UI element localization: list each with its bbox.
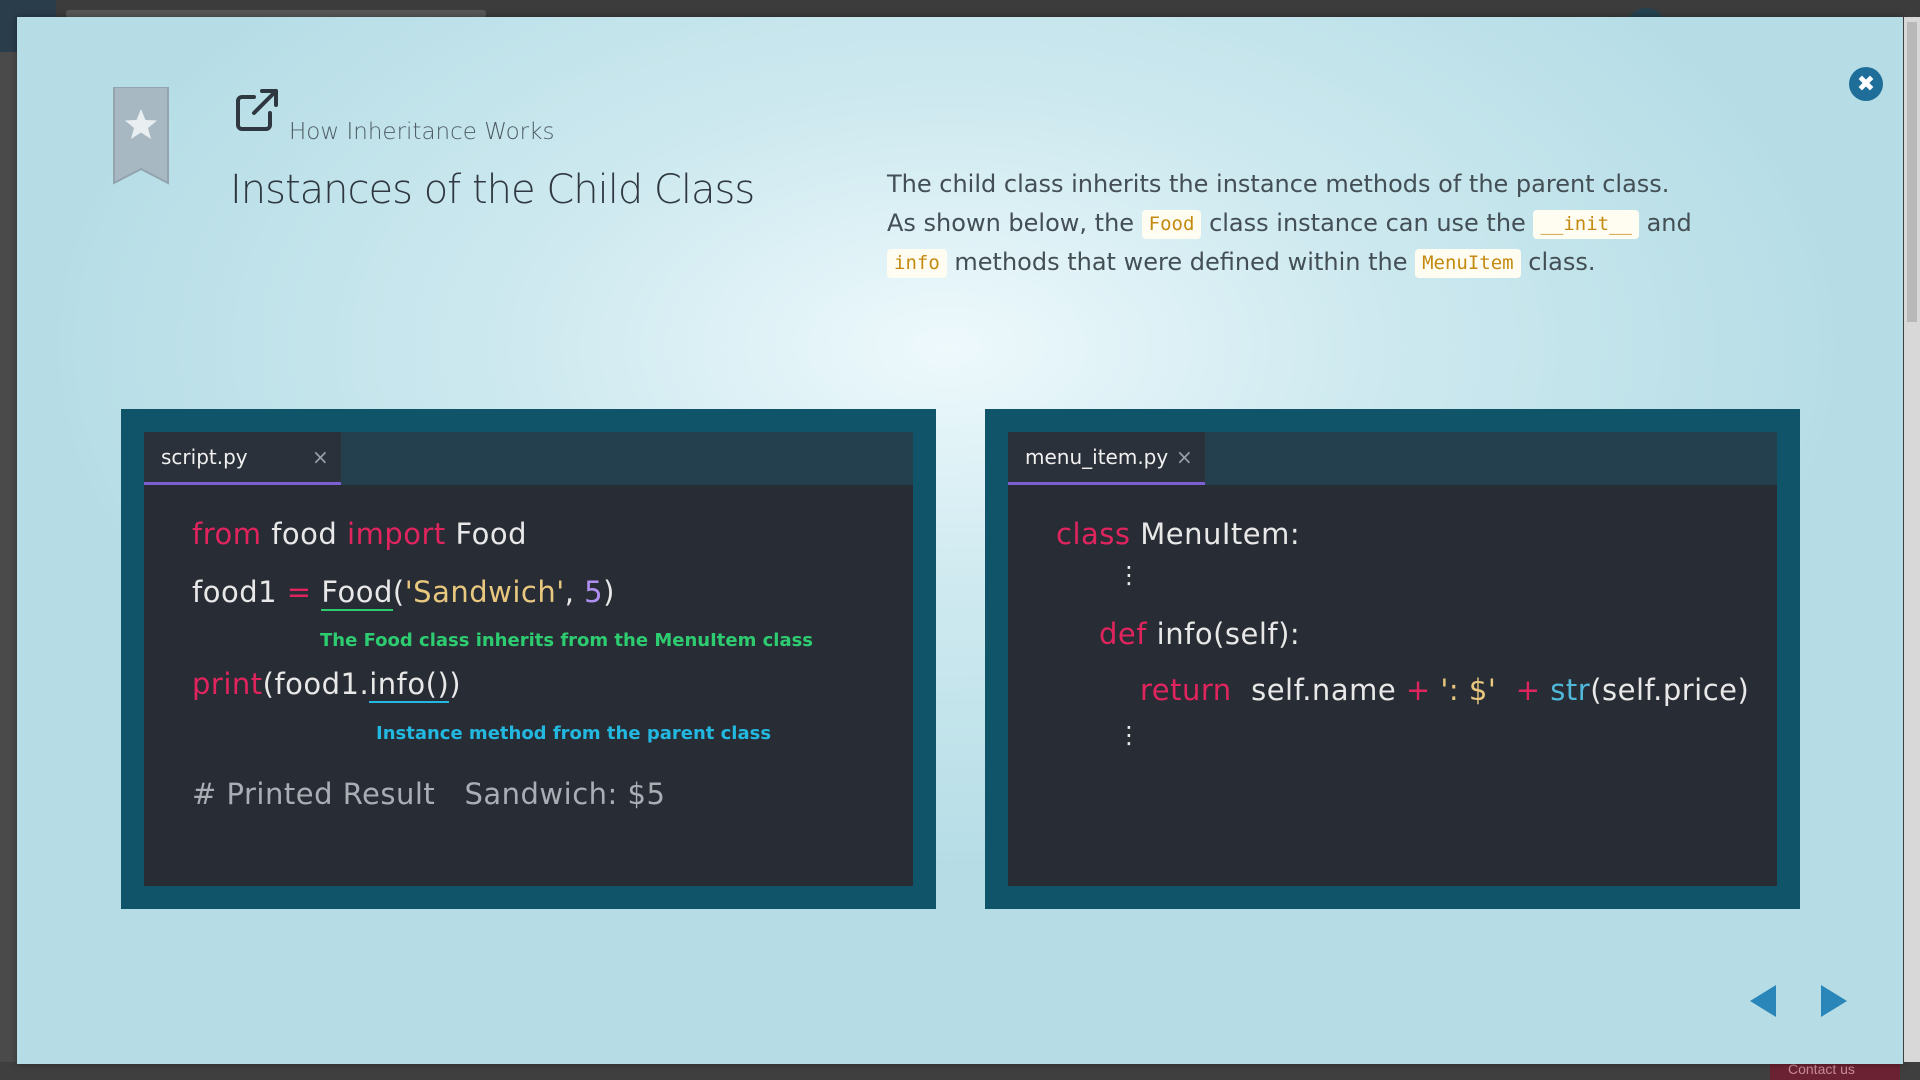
code-token: food bbox=[261, 517, 348, 551]
code-line-assign: food1 = Food('Sandwich', 5) bbox=[192, 575, 615, 611]
code-keyword: import bbox=[347, 517, 446, 551]
code-chip-food: Food bbox=[1141, 210, 1202, 239]
code-line-result: # Printed Result Sandwich: $5 bbox=[192, 777, 665, 811]
description-text: class instance can use the bbox=[1201, 209, 1534, 237]
code-token: (self.price) bbox=[1590, 673, 1750, 707]
code-operator: = bbox=[286, 575, 312, 609]
background-footer bbox=[0, 1062, 1920, 1080]
annotation-inherits: The Food class inherits from the MenuIte… bbox=[320, 630, 814, 651]
code-builtin: str bbox=[1550, 673, 1591, 707]
code-token: , bbox=[564, 575, 585, 609]
code-chip-info: info bbox=[887, 249, 947, 278]
code-line-class: class MenuItem: bbox=[1056, 517, 1300, 551]
tab-menu-item-py[interactable]: menu_item.py × bbox=[1008, 432, 1205, 485]
code-food-call: Food bbox=[321, 575, 393, 611]
description-text: class. bbox=[1520, 248, 1596, 276]
code-string: 'Sandwich' bbox=[404, 575, 565, 609]
code-chip-menuitem: MenuItem bbox=[1415, 249, 1521, 278]
tab-label: script.py bbox=[161, 445, 248, 469]
menu-item-editor-panel: menu_item.py × class MenuItem: ⋮ def inf… bbox=[985, 409, 1800, 909]
code-keyword: from bbox=[192, 517, 262, 551]
code-line-print: print(food1.info()) bbox=[192, 667, 462, 703]
bookmark-star-icon[interactable] bbox=[112, 87, 170, 185]
close-icon: ✖ bbox=[1856, 71, 1876, 97]
menu-item-code-area: class MenuItem: ⋮ def info(self): return… bbox=[1008, 485, 1777, 886]
code-token: ( bbox=[392, 575, 405, 609]
code-line-def: def info(self): bbox=[1099, 617, 1300, 651]
menu-item-tab-bar: menu_item.py × bbox=[1008, 432, 1777, 485]
tab-close-icon[interactable]: × bbox=[1176, 432, 1193, 482]
external-link-icon[interactable] bbox=[232, 87, 280, 135]
code-line-return: return self.name + ': $' + str(self.pric… bbox=[1140, 673, 1749, 707]
code-token: MenuItem: bbox=[1130, 517, 1301, 551]
scrollbar-thumb[interactable] bbox=[1907, 22, 1917, 322]
vertical-ellipsis-icon: ⋮ bbox=[1117, 561, 1141, 589]
code-line-import: from food import Food bbox=[192, 517, 527, 551]
code-keyword: class bbox=[1056, 517, 1131, 551]
code-token: ) bbox=[603, 575, 615, 609]
code-token: ) bbox=[449, 667, 462, 701]
description-text: and bbox=[1638, 209, 1692, 237]
annotation-instance-method: Instance method from the parent class bbox=[376, 723, 772, 744]
code-string: ': $' bbox=[1430, 673, 1507, 707]
code-operator: + bbox=[1506, 673, 1541, 707]
description-text: methods that were defined within the bbox=[946, 248, 1416, 276]
page-title: Instances of the Child Class bbox=[230, 167, 755, 213]
vertical-ellipsis-icon: ⋮ bbox=[1117, 721, 1141, 749]
description-text: As shown below, the bbox=[887, 209, 1142, 237]
description-line-1: The child class inherits the instance me… bbox=[887, 170, 1670, 198]
tab-label: menu_item.py bbox=[1025, 445, 1169, 469]
script-editor-window: script.py × from food import Food food1 … bbox=[144, 432, 913, 886]
result-value: Sandwich: $5 bbox=[464, 777, 666, 811]
description-line-3: info methods that were defined within th… bbox=[887, 243, 1807, 282]
slide-description: The child class inherits the instance me… bbox=[887, 165, 1807, 282]
code-keyword: def bbox=[1099, 617, 1147, 651]
close-button[interactable]: ✖ bbox=[1849, 67, 1883, 101]
tab-script-py[interactable]: script.py × bbox=[144, 432, 341, 485]
script-editor-panel: script.py × from food import Food food1 … bbox=[121, 409, 936, 909]
slide-modal: How Inheritance Works Instances of the C… bbox=[17, 17, 1903, 1064]
code-token: Food bbox=[445, 517, 528, 551]
result-comment: # Printed Result bbox=[192, 777, 436, 811]
script-tab-bar: script.py × bbox=[144, 432, 913, 485]
tab-close-icon[interactable]: × bbox=[312, 432, 329, 482]
code-builtin: print bbox=[192, 667, 263, 701]
next-slide-arrow-icon[interactable] bbox=[1821, 985, 1847, 1017]
code-token: self.name bbox=[1231, 673, 1406, 707]
code-info-call: info() bbox=[369, 667, 450, 703]
code-number: 5 bbox=[584, 575, 604, 609]
script-code-area: from food import Food food1 = Food('Sand… bbox=[144, 485, 913, 886]
code-keyword: return bbox=[1140, 673, 1232, 707]
description-line-2: As shown below, the Food class instance … bbox=[887, 204, 1807, 243]
code-token: info(self): bbox=[1146, 617, 1301, 651]
previous-slide-arrow-icon[interactable] bbox=[1750, 985, 1776, 1017]
code-chip-init: __init__ bbox=[1533, 210, 1639, 239]
code-operator: + bbox=[1405, 673, 1431, 707]
lesson-label: How Inheritance Works bbox=[289, 119, 555, 145]
code-token: (food1. bbox=[262, 667, 370, 701]
menu-item-editor-window: menu_item.py × class MenuItem: ⋮ def inf… bbox=[1008, 432, 1777, 886]
code-token: food1 bbox=[192, 575, 287, 609]
